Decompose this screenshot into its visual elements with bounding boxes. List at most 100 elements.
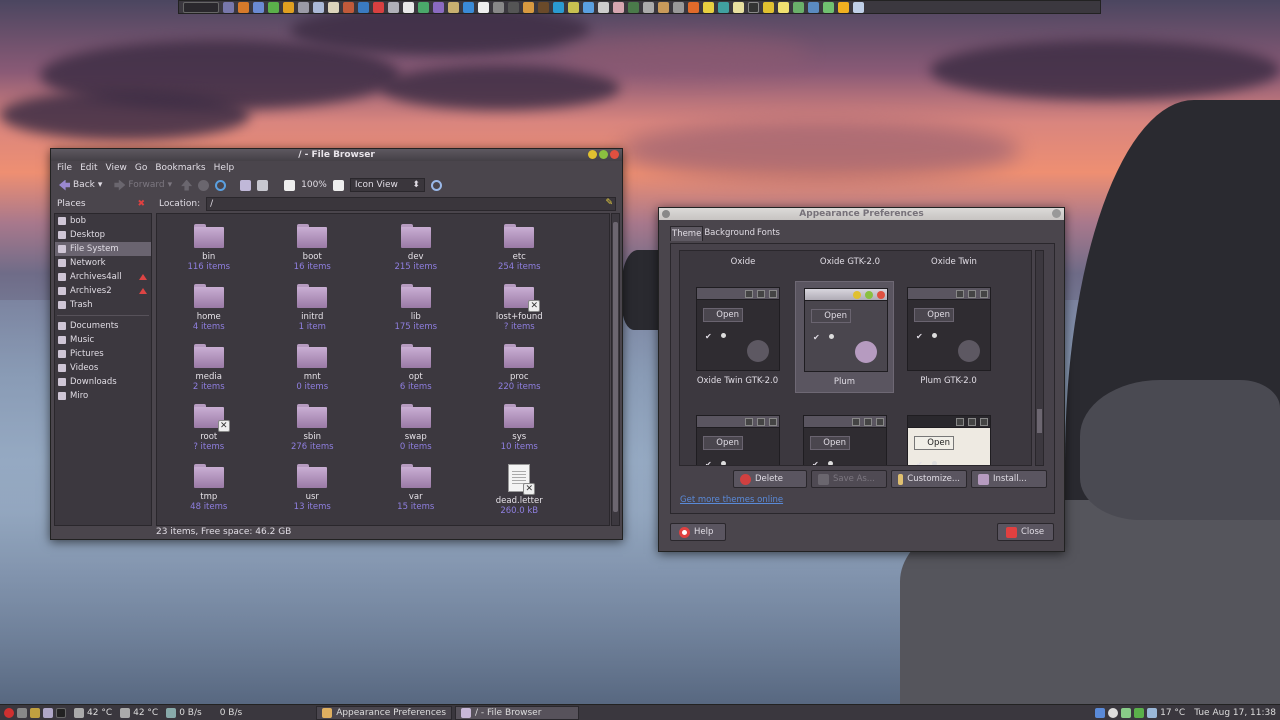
battery-icon[interactable] xyxy=(1121,707,1132,718)
printer-icon[interactable] xyxy=(598,1,609,13)
theme-tile[interactable]: Open ✔ Oxide Twin GTK-2.0 xyxy=(688,281,787,393)
close-sidebar-icon[interactable]: ✖ xyxy=(137,199,145,209)
chevron-down-icon[interactable]: ▾ xyxy=(168,180,173,190)
theme-list-scrollbar[interactable] xyxy=(1035,250,1044,466)
eject-icon[interactable] xyxy=(139,288,147,294)
customize-button[interactable]: Customize... xyxy=(891,470,967,488)
help-button[interactable]: Help xyxy=(670,523,726,541)
install-button[interactable]: Install... xyxy=(971,470,1047,488)
up-arrow-icon[interactable] xyxy=(181,179,193,191)
task-appearance-preferences[interactable]: Appearance Preferences xyxy=(316,705,453,720)
view-mode-select[interactable]: Icon View ⬍ xyxy=(349,178,425,192)
close-button[interactable]: Close xyxy=(997,523,1054,541)
editor-icon[interactable] xyxy=(478,1,489,13)
download-icon[interactable] xyxy=(583,1,594,13)
clipboard-icon[interactable] xyxy=(733,1,744,13)
clear-icon[interactable]: ✎ xyxy=(605,198,613,208)
stack-icon[interactable] xyxy=(808,1,819,13)
volume-icon[interactable] xyxy=(1108,707,1119,718)
game-icon[interactable] xyxy=(373,1,384,13)
more-themes-link[interactable]: Get more themes online xyxy=(680,495,783,505)
music-icon[interactable] xyxy=(283,1,294,13)
trash-icon[interactable] xyxy=(673,1,684,13)
file-item[interactable]: mnt 0 items xyxy=(261,344,365,404)
save-as-button[interactable]: Save As... xyxy=(811,470,887,488)
weather-icon[interactable] xyxy=(703,1,714,13)
file-item[interactable]: bin 116 items xyxy=(157,224,261,284)
task-file-browser[interactable]: / - File Browser xyxy=(455,705,580,720)
theme-name-oxide[interactable]: Oxide xyxy=(688,257,798,267)
menu-bookmarks[interactable]: Bookmarks xyxy=(155,163,205,173)
sidebar-item[interactable]: Archives4all xyxy=(55,270,151,284)
sidebar-item[interactable]: Network xyxy=(55,256,151,270)
disk-icon[interactable] xyxy=(493,1,504,13)
file-item[interactable]: sys 10 items xyxy=(468,404,572,464)
scrollbar-thumb[interactable] xyxy=(613,222,618,512)
icon-view-scrollbar[interactable] xyxy=(611,213,620,526)
cloud-icon[interactable] xyxy=(853,1,864,13)
archive-icon[interactable] xyxy=(658,1,669,13)
desktop-icon[interactable] xyxy=(30,707,40,718)
keyboard-icon[interactable] xyxy=(643,1,654,13)
folder-icon[interactable] xyxy=(448,1,459,13)
close-icon[interactable] xyxy=(1052,209,1061,218)
location-input[interactable]: / ✎ xyxy=(206,197,616,211)
chat-icon[interactable] xyxy=(268,1,279,13)
tab-background[interactable]: Background xyxy=(703,226,756,241)
camera-icon[interactable] xyxy=(508,1,519,13)
theme-tile[interactable]: Open ✔ xyxy=(688,409,787,465)
menu-file[interactable]: File xyxy=(57,163,72,173)
search-icon[interactable] xyxy=(430,179,442,191)
file-item[interactable]: etc 254 items xyxy=(468,224,572,284)
file-item[interactable]: ✕ dead.letter 260.0 kB xyxy=(468,464,572,524)
menu-help[interactable]: Help xyxy=(214,163,235,173)
map-icon[interactable] xyxy=(793,1,804,13)
file-item[interactable]: usr 13 items xyxy=(261,464,365,524)
weather-icon[interactable] xyxy=(1147,707,1158,718)
lock-icon[interactable] xyxy=(568,1,579,13)
file-item[interactable]: media 2 items xyxy=(157,344,261,404)
forward-button[interactable]: Forward ▾ xyxy=(111,179,175,192)
sound-icon[interactable] xyxy=(718,1,729,13)
battery-icon[interactable] xyxy=(823,1,834,13)
chevron-down-icon[interactable]: ▾ xyxy=(98,180,103,190)
reload-icon[interactable] xyxy=(215,179,227,191)
file-item[interactable]: ✕ lost+found? items xyxy=(468,284,572,344)
notes-icon[interactable] xyxy=(778,1,789,13)
sidebar-item[interactable]: Videos xyxy=(55,361,151,375)
home-icon[interactable] xyxy=(240,179,252,191)
file-browser-titlebar[interactable]: / - File Browser xyxy=(51,149,622,161)
theme-tile[interactable]: Open ✔ Plum GTK-2.0 xyxy=(899,281,998,393)
help-icon[interactable] xyxy=(463,1,474,13)
sidebar-item[interactable]: File System xyxy=(55,242,151,256)
sidebar-item[interactable]: bob xyxy=(55,214,151,228)
close-icon[interactable] xyxy=(610,150,619,159)
menu-edit[interactable]: Edit xyxy=(80,163,97,173)
calculator-icon[interactable] xyxy=(388,1,399,13)
menu-go[interactable]: Go xyxy=(135,163,147,173)
power-icon[interactable] xyxy=(4,707,14,718)
settings-icon[interactable] xyxy=(298,1,309,13)
appearance-titlebar[interactable]: Appearance Preferences xyxy=(659,208,1064,220)
sidebar-item[interactable]: Downloads xyxy=(55,375,151,389)
photo-icon[interactable] xyxy=(343,1,354,13)
file-item[interactable]: opt 6 items xyxy=(364,344,468,404)
file-item[interactable]: boot 16 items xyxy=(261,224,365,284)
star-icon[interactable] xyxy=(838,1,849,13)
network-manager-icon[interactable] xyxy=(1095,707,1106,718)
file-item[interactable]: proc 220 items xyxy=(468,344,572,404)
file-icon[interactable] xyxy=(328,1,339,13)
minimize-icon[interactable] xyxy=(588,150,597,159)
search-icon[interactable] xyxy=(313,1,324,13)
network-icon[interactable] xyxy=(418,1,429,13)
panel-menu-icon[interactable] xyxy=(183,1,219,13)
file-item[interactable]: tmp 48 items xyxy=(157,464,261,524)
file-item[interactable]: sbin 276 items xyxy=(261,404,365,464)
file-item[interactable]: initrd 1 item xyxy=(261,284,365,344)
places-selector[interactable]: Places ✖ xyxy=(51,196,151,212)
weather-value[interactable]: 17 °C xyxy=(1160,708,1185,718)
globe-icon[interactable] xyxy=(553,1,564,13)
file-item[interactable]: dev 215 items xyxy=(364,224,468,284)
maximize-icon[interactable] xyxy=(599,150,608,159)
theme-tile[interactable]: Open ✔ xyxy=(899,409,998,465)
